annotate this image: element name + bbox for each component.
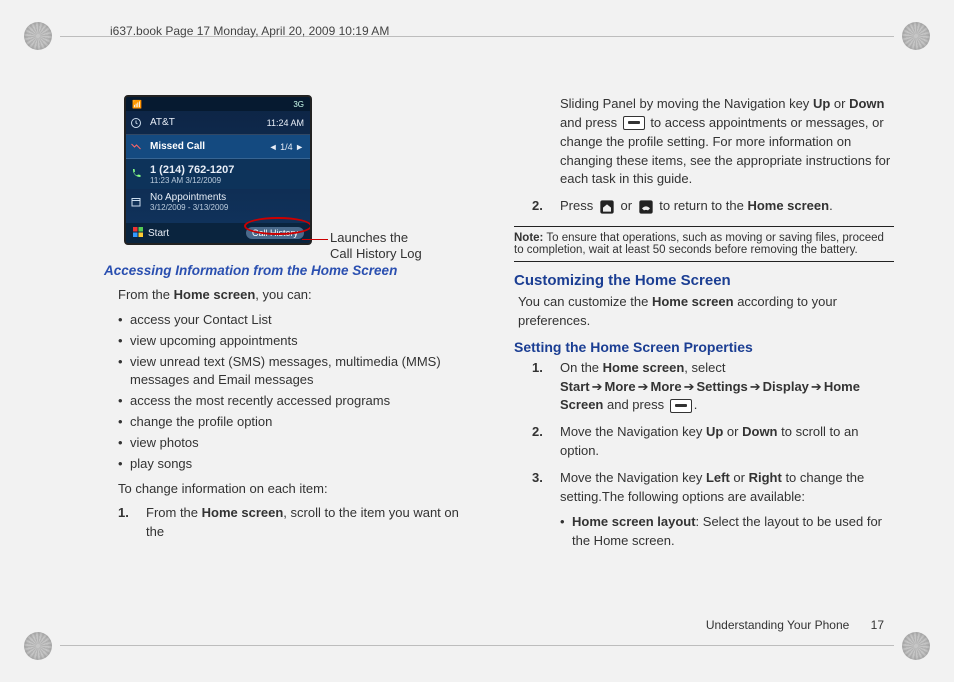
phone-3g-label: 3G — [293, 100, 304, 109]
missed-call-icon — [126, 141, 146, 153]
phone-missed-label: Missed Call — [146, 141, 269, 152]
list-item: access the most recently accessed progra… — [118, 392, 480, 411]
step-1-left: 1. From the Home screen, scroll to the i… — [118, 504, 480, 542]
heading-accessing-info: Accessing Information from the Home Scre… — [104, 263, 480, 278]
phone-signal-icon: 📶 — [132, 100, 142, 109]
prop-step-3: 3. Move the Navigation key Left or Right… — [532, 469, 894, 550]
page-footer: Understanding Your Phone 17 — [706, 618, 884, 632]
list-item: view unread text (SMS) messages, multime… — [118, 353, 480, 391]
phone-appt-range: 3/12/2009 - 3/13/2009 — [150, 203, 306, 212]
continuation-paragraph: Sliding Panel by moving the Navigation k… — [560, 95, 894, 189]
ok-key-icon — [623, 116, 645, 130]
prop-step-1: 1. On the Home screen, select Start➔More… — [532, 359, 894, 416]
phone-call-time: 11:23 AM 3/12/2009 — [150, 176, 306, 185]
callout-ellipse — [244, 217, 312, 235]
heading-customizing: Customizing the Home Screen — [514, 272, 894, 289]
phone-screenshot: 📶 3G AT&T 11:24 AM Missed Call ◄ 1/4 ► 1… — [124, 95, 312, 245]
footer-page-number: 17 — [871, 618, 884, 632]
phone-missed-count: ◄ 1/4 ► — [269, 142, 310, 152]
binder-ornament-tr — [902, 22, 930, 50]
binder-ornament-tl — [24, 22, 52, 50]
customize-paragraph: You can customize the Home screen accord… — [518, 293, 894, 331]
phone-clock: 11:24 AM — [267, 118, 310, 128]
ok-key-icon — [670, 399, 692, 413]
list-item: access your Contact List — [118, 311, 480, 330]
callout-text: Launches the Call History Log — [330, 230, 422, 263]
list-item: view upcoming appointments — [118, 332, 480, 351]
phone-call-number: 1 (214) 762-1207 — [150, 164, 306, 176]
end-key-icon — [638, 199, 654, 215]
footer-section: Understanding Your Phone — [706, 618, 849, 632]
frame-meta: i637.book Page 17 Monday, April 20, 2009… — [110, 24, 389, 38]
calendar-icon — [126, 196, 146, 208]
home-key-icon — [599, 199, 615, 215]
change-info-line: To change information on each item: — [118, 480, 480, 499]
phone-handset-icon — [126, 168, 146, 180]
binder-ornament-br — [902, 632, 930, 660]
list-item: view photos — [118, 434, 480, 453]
windows-flag-icon — [132, 226, 144, 241]
heading-setting-props: Setting the Home Screen Properties — [514, 339, 894, 355]
phone-softkey-left: Start — [148, 228, 169, 239]
phone-appt-label: No Appointments — [150, 192, 306, 203]
phone-carrier: AT&T — [146, 117, 267, 128]
step-2-right: 2. Press or to return to the Home screen… — [532, 197, 894, 216]
list-item: change the profile option — [118, 413, 480, 432]
clock-icon — [126, 117, 146, 129]
sub-bullet: Home screen layout: Select the layout to… — [560, 513, 894, 551]
bottom-rule — [60, 645, 894, 646]
intro-paragraph: From the Home screen, you can: — [118, 286, 480, 305]
feature-list: access your Contact List view upcoming a… — [118, 311, 480, 474]
callout-leader-line — [302, 239, 328, 240]
binder-ornament-bl — [24, 632, 52, 660]
prop-step-2: 2. Move the Navigation key Up or Down to… — [532, 423, 894, 461]
note-box: Note: To ensure that operations, such as… — [514, 226, 894, 262]
list-item: play songs — [118, 455, 480, 474]
